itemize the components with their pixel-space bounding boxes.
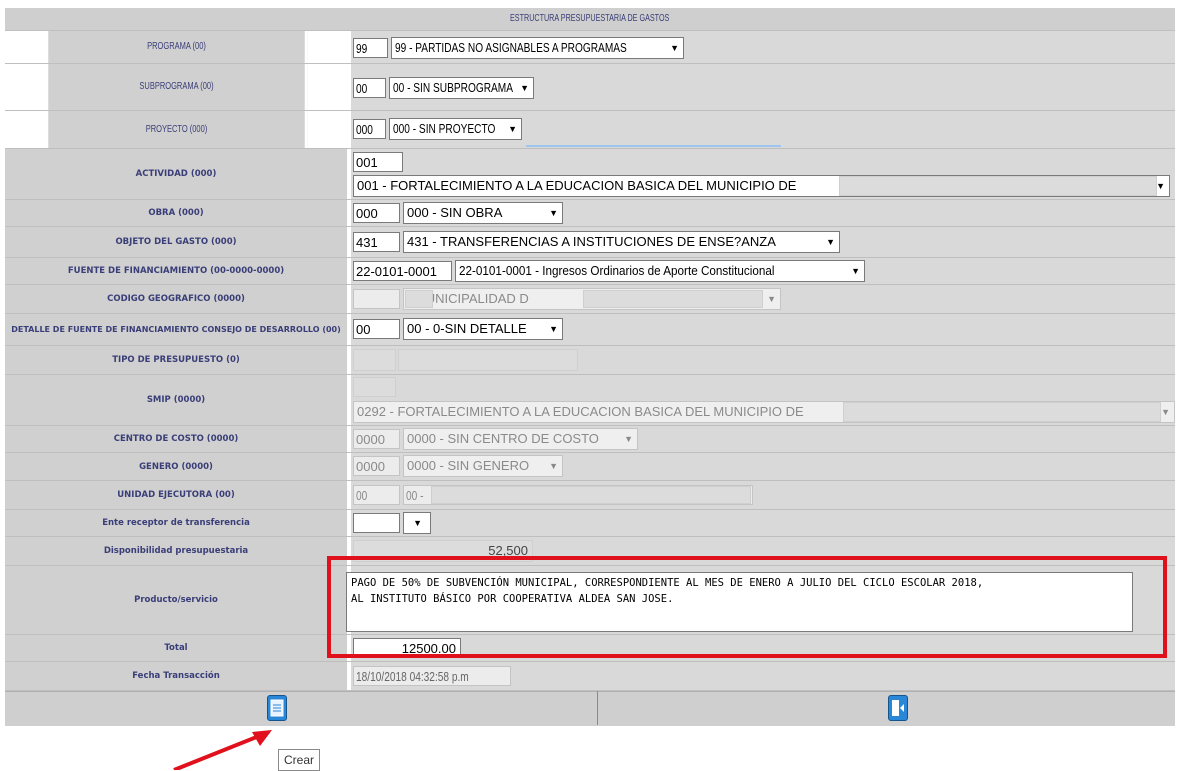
pointer-arrow-icon: [173, 730, 272, 770]
redacted-block: [431, 486, 751, 504]
row-disponibilidad: Disponibilidad presupuestaria 52,500: [5, 537, 1175, 566]
row-centro-costo: CENTRO DE COSTO (0000) 0000 0000 - SIN C…: [5, 426, 1175, 453]
chevron-down-icon: ▼: [1161, 407, 1170, 417]
centro-code-input[interactable]: 0000: [353, 429, 400, 449]
genero-code-input[interactable]: 0000: [353, 456, 400, 476]
row-objeto-gasto: OBJETO DEL GASTO (000) 431 431 - TRANSFE…: [5, 227, 1175, 258]
label-genero: GENERO (0000): [5, 453, 351, 480]
tipo-select[interactable]: [398, 349, 578, 371]
programa-select[interactable]: 99 - PARTIDAS NO ASIGNABLES A PROGRAMAS ▼: [391, 37, 684, 59]
action-divider: [597, 691, 598, 725]
exit-button[interactable]: [888, 695, 908, 721]
label-obra: OBRA (000): [5, 200, 351, 226]
label-objeto-gasto: OBJETO DEL GASTO (000): [5, 227, 351, 257]
proyecto-select[interactable]: 000 - SIN PROYECTO ▼: [389, 118, 522, 140]
redacted-block: [405, 290, 433, 308]
subprograma-select[interactable]: 00 - SIN SUBPROGRAMA ▼: [389, 77, 534, 99]
objeto-code-input[interactable]: 431: [353, 232, 400, 252]
chevron-down-icon: ▼: [670, 43, 679, 53]
unidad-code-input[interactable]: 00: [353, 485, 400, 505]
chevron-down-icon: ▼: [549, 324, 558, 334]
row-unidad: UNIDAD EJECUTORA (00) 00 00 -: [5, 481, 1175, 510]
row-subprograma: SUBPROGRAMA (00) 00 00 - SIN SUBPROGRAMA…: [5, 64, 1175, 111]
row-detalle: DETALLE DE FUENTE DE FINANCIAMIENTO CONS…: [5, 314, 1175, 346]
centro-select[interactable]: 0000 - SIN CENTRO DE COSTO ▼: [403, 428, 638, 450]
label-unidad: UNIDAD EJECUTORA (00): [5, 481, 351, 509]
chevron-down-icon: ▼: [851, 266, 860, 276]
label-smip: SMIP (0000): [5, 375, 351, 425]
row-total: Total 12500.00: [5, 635, 1175, 662]
row-geografico: CODIGO GEOGRAFICO (0000) - MUNICIPALIDAD…: [5, 285, 1175, 314]
geografico-code-input[interactable]: [353, 289, 400, 309]
obra-select[interactable]: 000 - SIN OBRA ▼: [403, 202, 563, 224]
chevron-down-icon: ▼: [826, 237, 835, 247]
label-fecha: Fecha Transacción: [5, 662, 351, 690]
label-fuente: FUENTE DE FINANCIAMIENTO (00-0000-0000): [5, 258, 351, 284]
fecha-value: 18/10/2018 04:32:58 p.m: [353, 666, 511, 686]
label-subprograma: SUBPROGRAMA (00): [48, 64, 308, 110]
chevron-down-icon: ▼: [508, 124, 517, 134]
row-programa: PROGRAMA (00) 99 99 - PARTIDAS NO ASIGNA…: [5, 31, 1175, 64]
row-fuente: FUENTE DE FINANCIAMIENTO (00-0000-0000) …: [5, 258, 1175, 285]
proyecto-code-input[interactable]: 000: [353, 119, 386, 139]
row-obra: OBRA (000) 000 000 - SIN OBRA ▼: [5, 200, 1175, 227]
exit-door-icon: [892, 700, 904, 716]
objeto-select[interactable]: 431 - TRANSFERENCIAS A INSTITUCIONES DE …: [403, 231, 840, 253]
tipo-code-input[interactable]: [353, 349, 396, 371]
label-geografico: CODIGO GEOGRAFICO (0000): [5, 285, 351, 313]
chevron-down-icon: ▼: [624, 434, 633, 444]
label-disponibilidad: Disponibilidad presupuestaria: [5, 537, 351, 565]
chevron-down-icon: ▼: [1156, 181, 1165, 191]
label-actividad: ACTIVIDAD (000): [5, 149, 351, 199]
label-centro-costo: CENTRO DE COSTO (0000): [5, 426, 351, 452]
detalle-select[interactable]: 00 - 0-SIN DETALLE ▼: [403, 318, 563, 340]
genero-select[interactable]: 0000 - SIN GENERO ▼: [403, 455, 563, 477]
smip-code-input[interactable]: [353, 377, 396, 397]
actividad-code-input[interactable]: 001: [353, 152, 403, 172]
label-tipo: TIPO DE PRESUPUESTO (0): [5, 346, 351, 374]
label-programa: PROGRAMA (00): [48, 31, 308, 63]
label-detalle: DETALLE DE FUENTE DE FINANCIAMIENTO CONS…: [5, 314, 351, 345]
detalle-code-input[interactable]: 00: [353, 319, 400, 339]
chevron-down-icon: ▼: [413, 518, 422, 528]
row-ente: Ente receptor de transferencia ▼: [5, 510, 1175, 537]
fuente-code-input[interactable]: 22-0101-0001: [353, 261, 452, 281]
chevron-down-icon: ▼: [520, 83, 529, 93]
document-icon: [270, 699, 284, 717]
action-bar: [5, 691, 1175, 726]
redacted-block: [839, 176, 1157, 196]
label-proyecto: PROYECTO (000): [48, 111, 308, 148]
label-ente: Ente receptor de transferencia: [5, 510, 351, 536]
create-tooltip: Crear: [278, 749, 320, 771]
focus-underline: [526, 145, 781, 147]
chevron-down-icon: ▼: [549, 461, 558, 471]
programa-code-input[interactable]: 99: [353, 38, 388, 58]
budget-structure-form: ESTRUCTURA PRESUPUESTARIA DE GASTOS PROG…: [0, 0, 1180, 726]
label-total: Total: [5, 635, 351, 661]
obra-code-input[interactable]: 000: [353, 203, 400, 223]
redacted-block: [843, 402, 1161, 422]
label-producto: Producto/servicio: [5, 566, 351, 634]
chevron-down-icon: ▼: [767, 294, 776, 304]
form-header: ESTRUCTURA PRESUPUESTARIA DE GASTOS: [5, 8, 1175, 31]
row-smip: SMIP (0000) 0292 - FORTALECIMIENTO A LA …: [5, 375, 1175, 426]
redacted-block: [583, 290, 763, 308]
ente-select[interactable]: ▼: [403, 512, 431, 534]
producto-textarea[interactable]: PAGO DE 50% DE SUBVENCIÓN MUNICIPAL, COR…: [346, 572, 1133, 632]
ente-code-input[interactable]: [353, 513, 400, 533]
disponibilidad-value: 52,500: [353, 540, 533, 562]
create-button[interactable]: [267, 695, 287, 721]
row-fecha: Fecha Transacción 18/10/2018 04:32:58 p.…: [5, 662, 1175, 691]
row-tipo: TIPO DE PRESUPUESTO (0): [5, 346, 1175, 375]
row-actividad: ACTIVIDAD (000) 001 001 - FORTALECIMIENT…: [5, 149, 1175, 200]
chevron-down-icon: ▼: [549, 208, 558, 218]
total-input[interactable]: 12500.00: [353, 638, 461, 658]
row-genero: GENERO (0000) 0000 0000 - SIN GENERO ▼: [5, 453, 1175, 481]
subprograma-code-input[interactable]: 00: [353, 78, 386, 98]
fuente-select[interactable]: 22-0101-0001 - Ingresos Ordinarios de Ap…: [455, 260, 865, 282]
row-proyecto: PROYECTO (000) 000 000 - SIN PROYECTO ▼: [5, 111, 1175, 149]
